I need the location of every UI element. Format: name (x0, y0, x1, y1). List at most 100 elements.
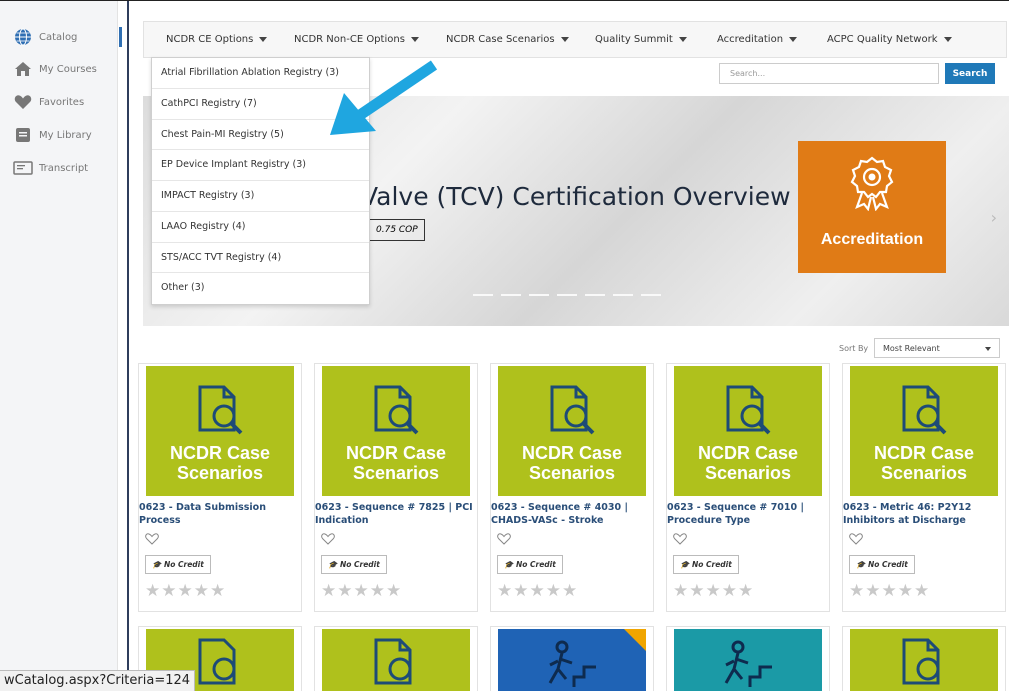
thumbnail-line: Scenarios (704, 463, 792, 483)
nav-ncdr-case-scenarios[interactable]: NCDR Case Scenarios (446, 34, 569, 45)
nav-quality-summit[interactable]: Quality Summit (595, 34, 687, 45)
graduation-cap-icon: 🎓 (504, 560, 514, 569)
sidebar-item-my-library[interactable]: My Library (12, 124, 92, 146)
dropdown-item-laao[interactable]: LAAO Registry (4) (152, 212, 369, 243)
course-title[interactable]: 0623 - Metric 46: P2Y12 Inhibitors at Di… (843, 501, 1003, 527)
course-thumbnail[interactable]: NCDR Case Scenarios (322, 366, 470, 496)
carousel-dot[interactable] (473, 294, 493, 296)
sidebar-item-label: My Courses (39, 63, 97, 75)
course-title[interactable]: 0623 - Sequence # 7010 | Procedure Type (667, 501, 827, 527)
document-search-icon (198, 385, 243, 435)
sort-value: Most Relevant (883, 344, 940, 353)
nav-label: NCDR CE Options (166, 34, 254, 45)
heart-outline-icon[interactable] (321, 533, 335, 545)
document-search-icon (374, 638, 412, 685)
chevron-right-icon[interactable]: › (991, 208, 997, 227)
carousel-dot[interactable] (613, 294, 633, 296)
course-card[interactable] (666, 626, 830, 691)
caret-down-icon (678, 36, 687, 42)
hero-credit-badge: 0.75 COP (369, 219, 425, 241)
course-title[interactable]: 0623 - Data Submission Process (139, 501, 299, 527)
transcript-icon (12, 160, 34, 176)
course-thumbnail[interactable] (322, 629, 470, 691)
credit-label: No Credit (691, 560, 732, 569)
thumbnail-line: NCDR Case (873, 443, 975, 463)
carousel-dot[interactable] (557, 294, 577, 296)
course-thumbnail[interactable]: NCDR Case Scenarios (674, 366, 822, 496)
course-thumbnail[interactable] (674, 629, 822, 691)
dropdown-item-ep-device-implant[interactable]: EP Device Implant Registry (3) (152, 150, 369, 181)
carousel-indicators[interactable] (473, 294, 683, 296)
caret-down-icon (560, 36, 569, 42)
carousel-dot[interactable] (501, 294, 521, 296)
document-search-icon (726, 385, 771, 435)
dropdown-item-sts-acc-tvt[interactable]: STS/ACC TVT Registry (4) (152, 243, 369, 274)
nav-ncdr-ce-options[interactable]: NCDR CE Options (166, 34, 268, 45)
caret-down-icon (789, 36, 798, 42)
thumbnail-text: NCDR Case Scenarios (146, 443, 294, 483)
star-rating[interactable]: ★★★★★ (497, 581, 578, 601)
document-search-icon (902, 638, 940, 685)
thumbnail-line: Scenarios (880, 463, 968, 483)
carousel-dot[interactable] (641, 294, 661, 296)
course-title[interactable]: 0623 - Sequence # 7825 | PCI Indication (315, 501, 475, 527)
course-thumbnail[interactable]: NCDR Case Scenarios (146, 366, 294, 496)
course-thumbnail[interactable]: NCDR Case Scenarios (850, 366, 998, 496)
nav-acpc-quality-network[interactable]: ACPC Quality Network (827, 34, 952, 45)
sort-select[interactable]: Most Relevant (874, 338, 1000, 358)
course-card[interactable] (490, 626, 654, 691)
star-rating[interactable]: ★★★★★ (321, 581, 402, 601)
credit-badge: 🎓 No Credit (849, 555, 915, 574)
course-card[interactable]: NCDR Case Scenarios 0623 - Metric 46: P2Y… (842, 363, 1006, 612)
nav-accreditation[interactable]: Accreditation (717, 34, 798, 45)
course-card[interactable] (314, 626, 478, 691)
dropdown-item-other[interactable]: Other (3) (152, 273, 369, 304)
star-rating[interactable]: ★★★★★ (849, 581, 930, 601)
course-thumbnail[interactable] (850, 629, 998, 691)
nav-label: Accreditation (717, 34, 784, 45)
course-card[interactable]: NCDR Case Scenarios 0623 - Sequence # 403… (490, 363, 654, 612)
course-thumbnail[interactable]: NCDR Case Scenarios (498, 366, 646, 496)
graduation-cap-icon: 🎓 (152, 560, 162, 569)
graduation-cap-icon: 🎓 (680, 560, 690, 569)
thumbnail-line: NCDR Case (697, 443, 799, 463)
dropdown-item-impact[interactable]: IMPACT Registry (3) (152, 181, 369, 212)
heart-outline-icon[interactable] (497, 533, 511, 545)
course-card[interactable]: NCDR Case Scenarios 0623 - Sequence # 701… (666, 363, 830, 612)
caret-down-icon (985, 347, 991, 351)
graduation-cap-icon: 🎓 (856, 560, 866, 569)
heart-outline-icon[interactable] (145, 533, 159, 545)
course-card[interactable]: NCDR Case Scenarios 0623 - Data Submissio… (138, 363, 302, 612)
heart-outline-icon[interactable] (849, 533, 863, 545)
course-title[interactable]: 0623 - Sequence # 4030 | CHADS-VASc - St… (491, 501, 651, 527)
featured-corner-icon (624, 629, 646, 651)
course-card[interactable] (842, 626, 1006, 691)
nav-ncdr-non-ce-options[interactable]: NCDR Non-CE Options (294, 34, 419, 45)
search-input[interactable]: Search... (719, 63, 939, 84)
course-card[interactable]: NCDR Case Scenarios 0623 - Sequence # 782… (314, 363, 478, 612)
sidebar-item-transcript[interactable]: Transcript (12, 157, 88, 179)
sidebar-active-indicator (119, 27, 122, 47)
course-thumbnail[interactable] (498, 629, 646, 691)
credit-badge: 🎓 No Credit (321, 555, 387, 574)
browser-status-url: wCatalog.aspx?Criteria=124 (0, 670, 196, 691)
sidebar-item-catalog[interactable]: Catalog (12, 26, 77, 48)
search-button[interactable]: Search (945, 63, 995, 84)
star-rating[interactable]: ★★★★★ (145, 581, 226, 601)
caret-down-icon (410, 36, 419, 42)
climbing-steps-icon (724, 640, 772, 687)
accreditation-tile: Accreditation (798, 141, 946, 273)
caret-down-icon (259, 36, 268, 42)
hero-title: Valve (TCV) Certification Overview (361, 182, 791, 211)
heart-outline-icon[interactable] (673, 533, 687, 545)
sidebar-item-favorites[interactable]: Favorites (12, 91, 84, 113)
thumbnail-line: Scenarios (352, 463, 440, 483)
sidebar-item-my-courses[interactable]: My Courses (12, 58, 97, 80)
carousel-dot[interactable] (529, 294, 549, 296)
annotation-arrow-icon (330, 60, 438, 135)
thumbnail-text: NCDR Case Scenarios (850, 443, 998, 483)
carousel-dot[interactable] (585, 294, 605, 296)
nav-label: Quality Summit (595, 34, 673, 45)
star-rating[interactable]: ★★★★★ (673, 581, 754, 601)
sidebar-item-label: Transcript (39, 162, 89, 174)
